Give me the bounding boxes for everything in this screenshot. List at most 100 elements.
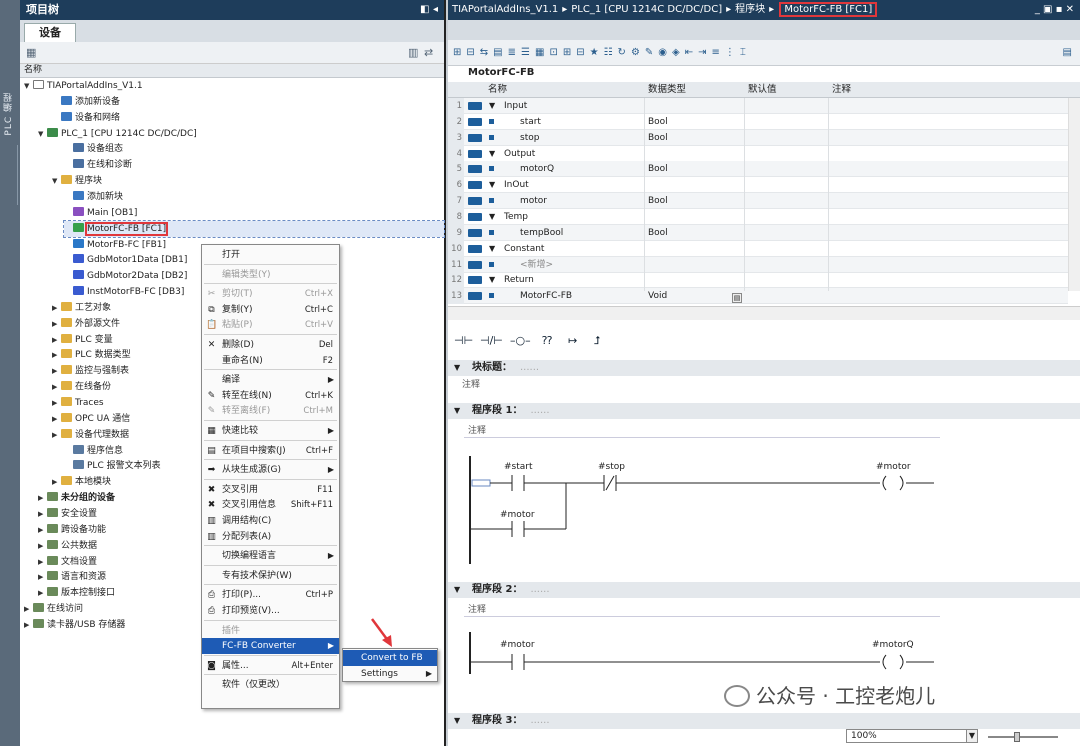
- interface-row[interactable]: 6 ▼ InOut: [448, 177, 1068, 194]
- datatype-picker-icon[interactable]: ▤: [732, 293, 742, 303]
- param-datatype[interactable]: Void: [648, 288, 667, 304]
- interface-row[interactable]: 9 tempBool Bool: [448, 224, 1068, 241]
- contact-no-icon[interactable]: ⊣⊢: [454, 334, 473, 347]
- menu-item[interactable]: ▦ 快速比较 ▶: [202, 423, 339, 439]
- param-name[interactable]: Input: [504, 98, 527, 114]
- param-name[interactable]: tempBool: [520, 225, 563, 241]
- tree-item[interactable]: PLC 报警文本列表: [64, 458, 161, 474]
- menu-item[interactable]: 打开: [202, 247, 339, 263]
- toolbar-comments-icon[interactable]: ☷: [604, 47, 613, 58]
- tree-item[interactable]: ▼ TIAPortalAddIns_V1.1: [24, 78, 143, 94]
- param-name[interactable]: <新增>: [520, 257, 553, 273]
- param-name[interactable]: start: [520, 114, 541, 130]
- interface-row[interactable]: 1 ▼ Input: [448, 98, 1068, 114]
- tree-item[interactable]: 设备组态: [64, 141, 123, 157]
- tree-item[interactable]: 设备和网络: [52, 110, 120, 126]
- tree-item[interactable]: ▶ 安全设置: [38, 506, 97, 522]
- tree-item[interactable]: ▶ 文档设置: [38, 554, 97, 570]
- toolbar-network-delete-icon[interactable]: ☰: [521, 47, 530, 58]
- tree-item[interactable]: ▼ PLC_1 [CPU 1214C DC/DC/DC]: [38, 126, 197, 142]
- toolbar-symbol-icon[interactable]: ⊡: [549, 47, 557, 58]
- toolbar-online-icon[interactable]: ⚙: [631, 47, 640, 58]
- toolbar-menu-icon[interactable]: ▤: [1063, 47, 1072, 58]
- toolbar-indent-icon[interactable]: ⇤: [685, 47, 693, 58]
- menu-item[interactable]: ▥ 调用结构(C): [202, 513, 339, 529]
- toolbar-expand-icon[interactable]: ⊞: [563, 47, 571, 58]
- panel-controls[interactable]: ◧ ◂: [420, 0, 438, 20]
- interface-horizontal-scrollbar[interactable]: [448, 306, 1080, 320]
- contact-stop-label[interactable]: #stop: [598, 462, 625, 472]
- tree-item[interactable]: ▶ 外部源文件: [52, 316, 120, 332]
- interface-row[interactable]: 7 motor Bool: [448, 193, 1068, 210]
- zoom-dropdown-icon[interactable]: ▼: [966, 729, 978, 743]
- open-branch-icon[interactable]: ↦: [568, 334, 577, 347]
- tree-view-icon[interactable]: ▦: [26, 46, 36, 59]
- section-collapse-icon[interactable]: ▼: [489, 146, 495, 162]
- collapse-arrow-icon[interactable]: ▶: [52, 411, 61, 427]
- collapse-arrow-icon[interactable]: ▶: [52, 379, 61, 395]
- menu-item[interactable]: 软件（仅更改）: [202, 677, 339, 693]
- tree-item[interactable]: ▶ 监控与强制表: [52, 363, 129, 379]
- collapse-arrow-icon[interactable]: ▶: [38, 585, 47, 601]
- param-datatype[interactable]: Bool: [648, 225, 668, 241]
- param-name[interactable]: motor: [520, 193, 547, 209]
- tree-item[interactable]: MotorFC-FB [FC1]: [63, 219, 445, 238]
- collapse-arrow-icon[interactable]: ▶: [38, 506, 47, 522]
- contact-nc-icon[interactable]: ⊣/⊢: [480, 334, 503, 347]
- segment-1-header[interactable]: ▼ 程序段 1：......: [448, 403, 1080, 419]
- collapse-arrow-icon[interactable]: ▶: [52, 427, 61, 443]
- collapse-icon[interactable]: ▼: [454, 713, 460, 729]
- param-name[interactable]: InOut: [504, 177, 529, 193]
- toolbar-extra-icon[interactable]: ⌶: [740, 47, 746, 58]
- param-name[interactable]: Return: [504, 272, 534, 288]
- toolbar-watch-icon[interactable]: ◉: [658, 47, 667, 58]
- tree-item[interactable]: ▶ 在线访问: [24, 601, 83, 617]
- collapse-icon[interactable]: ▼: [454, 360, 460, 376]
- submenu-item[interactable]: Convert to FB: [343, 650, 437, 666]
- toolbar-network-insert-icon[interactable]: ≣: [508, 47, 516, 58]
- close-branch-icon[interactable]: ⮥: [594, 334, 601, 348]
- tree-item[interactable]: ▶ 本地模块: [52, 474, 111, 490]
- param-name[interactable]: Output: [504, 146, 535, 162]
- interface-row[interactable]: 2 start Bool: [448, 113, 1068, 130]
- tree-item[interactable]: ▶ 版本控制接口: [38, 585, 115, 601]
- tree-item[interactable]: 在线和诊断: [64, 157, 132, 173]
- contact-motor-label[interactable]: #motor: [500, 510, 535, 520]
- toolbar-favorites-icon[interactable]: ★: [590, 47, 599, 58]
- tree-item[interactable]: ▶ Traces: [52, 395, 104, 411]
- param-name[interactable]: Constant: [504, 241, 544, 257]
- menu-item[interactable]: FC-FB Converter ▶: [202, 638, 339, 655]
- menu-item[interactable]: ✖ 交叉引用信息 Shift+F11: [202, 497, 339, 513]
- section-collapse-icon[interactable]: ▼: [489, 98, 495, 114]
- section-collapse-icon[interactable]: ▼: [489, 241, 495, 257]
- tree-item[interactable]: InstMotorFB-FC [DB3]: [64, 284, 184, 300]
- interface-row[interactable]: 4 ▼ Output: [448, 145, 1068, 162]
- menu-item[interactable]: 编译 ▶: [202, 372, 339, 388]
- toolbar-format-icon[interactable]: ⋮: [725, 47, 735, 58]
- tree-item[interactable]: ▶ 公共数据: [38, 538, 97, 554]
- tree-item[interactable]: 添加新设备: [52, 94, 120, 110]
- collapse-arrow-icon[interactable]: ▶: [24, 617, 33, 633]
- section-collapse-icon[interactable]: ▼: [489, 272, 495, 288]
- toolbar-monitor-icon[interactable]: ▤: [493, 47, 502, 58]
- interface-vertical-scrollbar[interactable]: [1068, 98, 1080, 291]
- collapse-arrow-icon[interactable]: ▶: [52, 316, 61, 332]
- param-name[interactable]: Temp: [504, 209, 528, 225]
- zoom-slider-knob[interactable]: [1014, 732, 1020, 742]
- section-collapse-icon[interactable]: ▼: [489, 177, 495, 193]
- side-strip-label[interactable]: PLC 编程: [2, 92, 18, 136]
- expand-arrow-icon[interactable]: ▼: [38, 126, 47, 142]
- submenu-item[interactable]: Settings ▶: [343, 666, 437, 682]
- toolbar-modify-icon[interactable]: ✎: [645, 47, 653, 58]
- tree-item[interactable]: ▶ 语言和资源: [38, 569, 106, 585]
- tab-devices[interactable]: 设备: [24, 23, 76, 42]
- interface-row[interactable]: 11 <新增>: [448, 256, 1068, 273]
- tree-item[interactable]: Main [OB1]: [64, 205, 137, 221]
- tree-item[interactable]: 添加新块: [64, 189, 123, 205]
- param-name[interactable]: stop: [520, 130, 539, 146]
- tree-item[interactable]: ▶ 设备代理数据: [52, 427, 129, 443]
- toolbar-compare-icon[interactable]: ⇆: [480, 47, 488, 58]
- tree-item[interactable]: ▶ 工艺对象: [52, 300, 111, 316]
- menu-item[interactable]: ✖ 交叉引用 F11: [202, 482, 339, 498]
- tree-item[interactable]: 程序信息: [64, 443, 123, 459]
